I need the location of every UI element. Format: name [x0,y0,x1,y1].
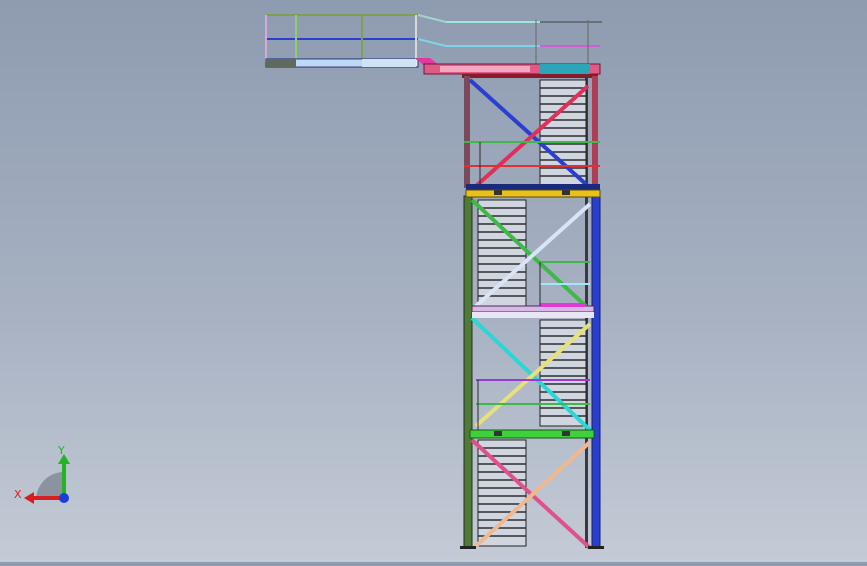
y-axis-label: Y [57,444,65,457]
top-deck[interactable] [423,63,601,78]
top-walkway[interactable] [265,14,602,68]
stair-flight-2[interactable] [477,199,527,307]
stair-flight-bottom[interactable] [477,439,527,547]
stair-tower-model[interactable]: Y X [0,0,867,562]
coordinate-triad[interactable]: Y X [14,444,70,504]
z-axis-dot [59,493,69,503]
x-axis-label: X [14,488,22,501]
cad-viewport[interactable]: Y X [0,0,867,562]
